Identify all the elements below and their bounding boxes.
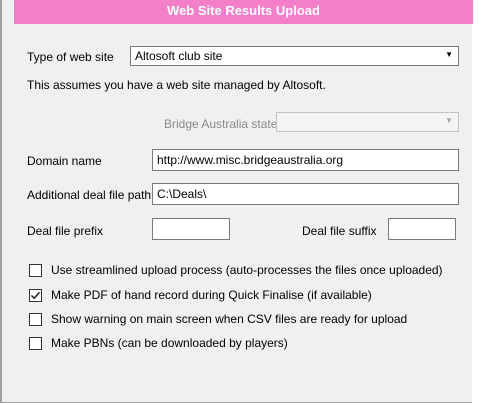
type-of-web-site-value: Altosoft club site bbox=[135, 49, 223, 63]
additional-deal-file-path-input[interactable]: C:\Deals\ bbox=[152, 183, 459, 205]
checkmark-icon bbox=[30, 291, 41, 299]
deal-file-suffix-input[interactable] bbox=[388, 218, 456, 240]
streamlined-upload-label: Use streamlined upload process (auto-pro… bbox=[51, 263, 443, 277]
make-pbns-checkbox-row[interactable]: Make PBNs (can be downloaded by players) bbox=[29, 336, 288, 350]
make-pdf-label: Make PDF of hand record during Quick Fin… bbox=[51, 288, 372, 302]
deal-file-suffix-label: Deal file suffix bbox=[302, 224, 377, 238]
streamlined-upload-checkbox[interactable] bbox=[29, 263, 42, 277]
domain-name-label: Domain name bbox=[27, 154, 102, 168]
deal-file-prefix-input[interactable] bbox=[152, 218, 230, 240]
make-pbns-checkbox[interactable] bbox=[29, 336, 42, 350]
make-pdf-checkbox[interactable] bbox=[29, 288, 42, 302]
dialog: Web Site Results Upload Type of web site… bbox=[0, 0, 473, 403]
chevron-down-icon: ▼ bbox=[445, 116, 453, 125]
bridge-australia-state-dropdown[interactable]: ▼ bbox=[276, 112, 459, 132]
additional-deal-file-path-label: Additional deal file path bbox=[27, 188, 152, 202]
deal-file-prefix-label: Deal file prefix bbox=[27, 224, 104, 238]
type-of-web-site-label: Type of web site bbox=[27, 50, 114, 64]
bridge-australia-state-label: Bridge Australia state bbox=[164, 117, 278, 131]
show-warning-checkbox-row[interactable]: Show warning on main screen when CSV fil… bbox=[29, 312, 407, 326]
info-text: This assumes you have a web site managed… bbox=[27, 78, 326, 92]
dialog-title: Web Site Results Upload bbox=[14, 0, 473, 24]
show-warning-checkbox[interactable] bbox=[29, 312, 42, 326]
make-pdf-checkbox-row[interactable]: Make PDF of hand record during Quick Fin… bbox=[29, 288, 372, 302]
chevron-down-icon: ▼ bbox=[445, 50, 453, 59]
streamlined-upload-checkbox-row[interactable]: Use streamlined upload process (auto-pro… bbox=[29, 263, 443, 277]
show-warning-label: Show warning on main screen when CSV fil… bbox=[51, 312, 408, 326]
make-pbns-label: Make PBNs (can be downloaded by players) bbox=[51, 336, 288, 350]
type-of-web-site-dropdown[interactable]: Altosoft club site ▼ bbox=[130, 46, 459, 66]
domain-name-input[interactable]: http://www.misc.bridgeaustralia.org bbox=[152, 149, 459, 171]
